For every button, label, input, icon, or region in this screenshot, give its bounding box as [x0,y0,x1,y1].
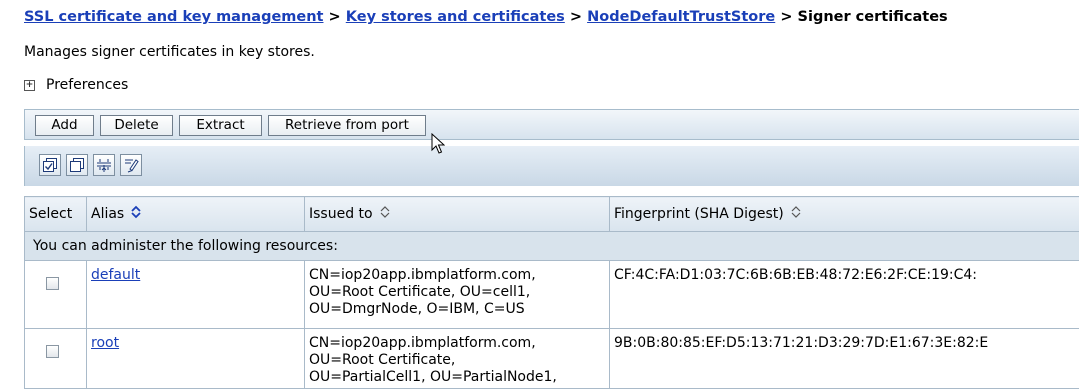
table-row: root CN=iop20app.ibmplatform.com, OU=Roo… [24,328,1079,389]
breadcrumb-current: Signer certificates [797,9,948,25]
table-row: default CN=iop20app.ibmplatform.com, OU=… [24,260,1079,329]
fingerprint-header-label[interactable]: Fingerprint (SHA Digest) [614,206,784,222]
admin-resources-row: You can administer the following resourc… [24,231,1079,261]
issued-to-line: OU=DmgrNode, O=IBM, C=US [309,301,525,317]
select-column-header: Select [24,196,87,232]
breadcrumb-trust-store-link[interactable]: NodeDefaultTrustStore [587,9,775,25]
fingerprint-cell: CF:4C:FA:D1:03:7C:6B:6B:EB:48:72:E6:2F:C… [609,260,1079,329]
admin-resources-text: You can administer the following resourc… [24,231,1079,261]
issued-to-line: CN=iop20app.ibmplatform.com, [309,335,536,351]
issued-to-header-label[interactable]: Issued to [309,206,373,222]
issued-to-line: OU=Root Certificate, [309,352,456,368]
select-cell [24,260,87,329]
fingerprint-cell: 9B:0B:80:85:EF:D5:13:71:21:D3:29:7D:E1:6… [609,328,1079,389]
sort-ascending-icon[interactable] [130,205,142,223]
alias-column-header[interactable]: Alias [86,196,305,232]
breadcrumb-ssl-management-link[interactable]: SSL certificate and key management [24,9,323,25]
alias-cell: root [86,328,305,389]
preferences-expander[interactable]: + Preferences [24,77,128,93]
issued-to-cell: CN=iop20app.ibmplatform.com, OU=Root Cer… [304,260,610,329]
sort-icon[interactable] [379,205,391,223]
delete-button[interactable]: Delete [100,115,173,136]
alias-cell: default [86,260,305,329]
show-filter-icon[interactable] [93,154,115,176]
sort-icon[interactable] [790,205,802,223]
edit-filter-icon[interactable] [120,154,142,176]
breadcrumb-separator: > [780,9,793,25]
breadcrumb-separator: > [569,9,583,25]
breadcrumb-key-stores-link[interactable]: Key stores and certificates [346,9,565,25]
page-description: Manages signer certificates in key store… [24,44,315,60]
table-header-row: Select Alias Issued to Fingerprint (SHA … [24,196,1079,232]
issued-to-line: OU=Root Certificate, OU=cell1, [309,284,531,300]
select-cell [24,328,87,389]
select-header-label: Select [29,206,73,222]
fingerprint-column-header[interactable]: Fingerprint (SHA Digest) [609,196,1079,232]
row-select-checkbox[interactable] [46,277,59,290]
add-button[interactable]: Add [35,115,94,136]
issued-to-line: OU=PartialCell1, OU=PartialNode1, [309,369,557,385]
signer-certificates-table: Select Alias Issued to Fingerprint (SHA … [24,196,1079,389]
row-select-checkbox[interactable] [46,345,59,358]
action-toolbar: Add Delete Extract Retrieve from port [24,109,1079,140]
issued-to-line: CN=iop20app.ibmplatform.com, [309,267,536,283]
deselect-all-icon[interactable] [66,154,88,176]
mouse-pointer-icon [431,132,446,159]
preferences-label[interactable]: Preferences [46,77,128,93]
alias-header-label[interactable]: Alias [91,206,124,222]
retrieve-from-port-button[interactable]: Retrieve from port [268,115,426,136]
breadcrumb: SSL certificate and key management > Key… [24,9,948,25]
extract-button[interactable]: Extract [179,115,262,136]
expand-plus-icon[interactable]: + [24,79,35,91]
alias-link[interactable]: default [91,267,140,283]
issued-to-cell: CN=iop20app.ibmplatform.com, OU=Root Cer… [304,328,610,389]
icon-toolbar [24,146,1079,186]
breadcrumb-separator: > [328,9,341,25]
select-all-icon[interactable] [39,154,61,176]
issued-to-column-header[interactable]: Issued to [304,196,610,232]
alias-link[interactable]: root [91,335,119,351]
